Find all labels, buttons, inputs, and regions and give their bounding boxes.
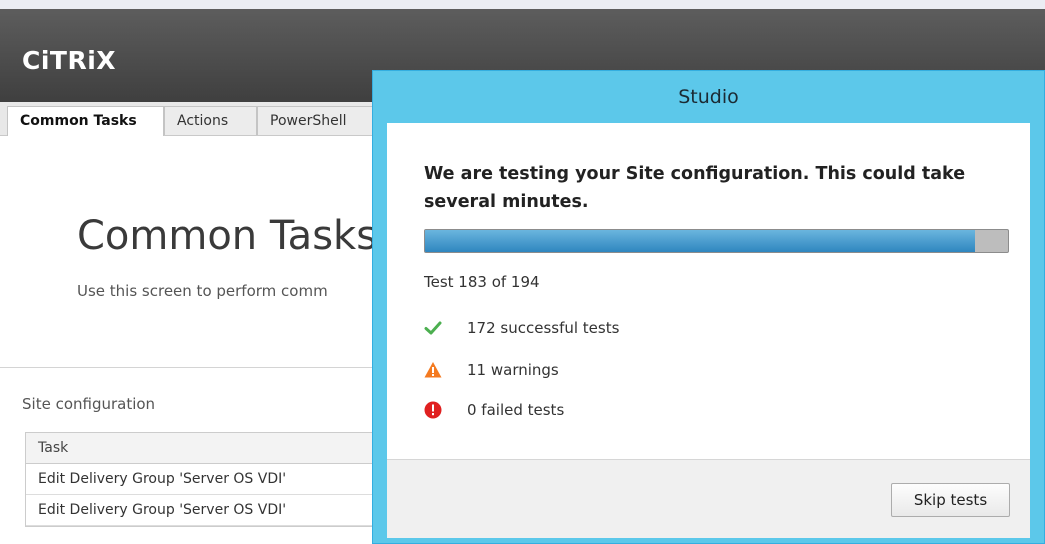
progress-bar	[424, 229, 1009, 253]
failed-count: 0 failed tests	[467, 401, 565, 419]
progress-fill	[425, 230, 975, 252]
section-label: Site configuration	[22, 395, 156, 413]
dialog-footer: Skip tests	[387, 459, 1030, 538]
skip-tests-button[interactable]: Skip tests	[891, 483, 1010, 517]
dialog-title: Studio	[678, 86, 739, 108]
page-title: Common Tasks	[77, 213, 378, 259]
page-subtitle: Use this screen to perform comm	[77, 282, 328, 300]
tab-powershell[interactable]: PowerShell	[257, 106, 374, 135]
task-table: Task Edit Delivery Group 'Server OS VDI'…	[25, 432, 378, 527]
divider	[0, 367, 374, 368]
tab-common-tasks[interactable]: Common Tasks	[7, 106, 164, 136]
table-row[interactable]: Edit Delivery Group 'Server OS VDI'	[26, 464, 378, 495]
error-icon	[424, 401, 442, 419]
success-count: 172 successful tests	[467, 319, 620, 337]
tab-actions[interactable]: Actions	[164, 106, 257, 135]
test-count: Test 183 of 194	[424, 273, 540, 291]
warning-count: 11 warnings	[467, 361, 559, 379]
warning-icon	[424, 362, 442, 378]
check-icon	[424, 321, 442, 335]
table-row[interactable]: Edit Delivery Group 'Server OS VDI'	[26, 495, 378, 526]
dialog-body: We are testing your Site configuration. …	[387, 123, 1030, 459]
studio-dialog: Studio We are testing your Site configur…	[372, 70, 1045, 544]
top-strip	[0, 0, 1045, 9]
table-header-task[interactable]: Task	[26, 433, 378, 464]
citrix-logo: CiTRiX	[22, 46, 117, 75]
dialog-heading: We are testing your Site configuration. …	[424, 164, 966, 212]
